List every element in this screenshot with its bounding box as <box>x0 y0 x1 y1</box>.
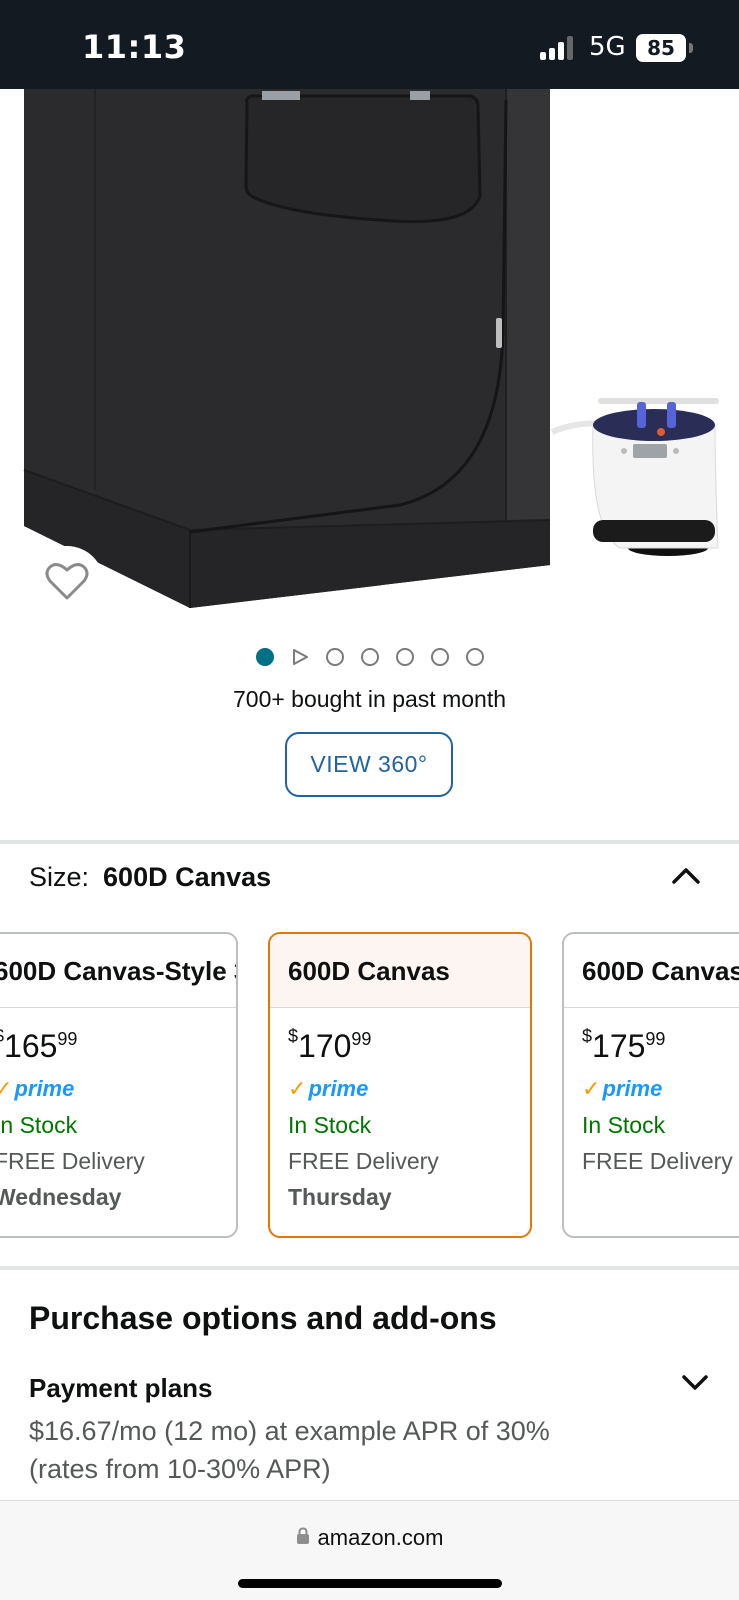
wishlist-button[interactable] <box>30 546 104 620</box>
browser-bottom-bar: amazon.com <box>0 1500 739 1600</box>
delivery-day: Wednesday <box>0 1184 122 1210</box>
lock-icon <box>296 1525 310 1551</box>
delivery-text: FREE Delivery <box>582 1148 733 1174</box>
image-carousel-indicator[interactable] <box>0 648 739 666</box>
carousel-dot-7[interactable] <box>465 648 484 666</box>
size-option-price: $16599 <box>0 1026 78 1064</box>
size-options-carousel[interactable]: 600D Canvas-Style 3 $16599 ✓prime In Sto… <box>0 932 739 1238</box>
carousel-dot-6[interactable] <box>430 648 449 666</box>
carousel-dot-3[interactable] <box>325 648 344 666</box>
size-option-price: $17099 <box>288 1026 372 1064</box>
size-option-price: $17599 <box>582 1026 666 1064</box>
prime-check-icon: ✓ <box>288 1076 307 1101</box>
signal-icon <box>540 36 576 60</box>
battery-icon: 85 <box>636 34 686 62</box>
stock-status: In Stock <box>0 1112 78 1138</box>
bought-count: 700+ bought in past month <box>232 686 506 712</box>
carousel-dot-4[interactable] <box>360 648 379 666</box>
view-360-button[interactable]: VIEW 360° <box>285 732 453 797</box>
size-option-name: 600D Canvas <box>564 934 739 1008</box>
size-option-name: 600D Canvas <box>270 934 530 1008</box>
size-option-card-selected[interactable]: 600D Canvas $17099 ✓prime In Stock FREE … <box>268 932 532 1238</box>
size-value: 600D Canvas <box>103 862 272 892</box>
delivery-text: FREE Delivery <box>0 1148 145 1174</box>
size-selector-header[interactable]: Size: 600D Canvas <box>29 862 271 893</box>
prime-check-icon: ✓ <box>0 1076 12 1101</box>
prime-badge: ✓prime <box>288 1076 369 1101</box>
size-option-name: 600D Canvas-Style 3 <box>0 934 236 1008</box>
size-label: Size: <box>29 862 90 892</box>
battery-tip <box>689 43 693 53</box>
product-image[interactable] <box>0 89 739 619</box>
heart-icon <box>45 561 89 606</box>
stock-status: In Stock <box>582 1112 666 1138</box>
play-icon[interactable] <box>291 648 309 666</box>
section-divider <box>0 840 739 844</box>
stock-status: In Stock <box>288 1112 372 1138</box>
payment-plans-text: $16.67/mo (12 mo) at example APR of 30% … <box>29 1416 550 1484</box>
url-text: amazon.com <box>317 1525 444 1550</box>
chevron-up-icon[interactable] <box>670 864 702 888</box>
payment-plans-title[interactable]: Payment plans <box>29 1373 213 1404</box>
prime-badge: ✓prime <box>0 1074 218 1104</box>
purchase-options-title: Purchase options and add-ons <box>29 1300 497 1336</box>
status-bar: 11:13 5G 85 <box>0 0 739 89</box>
network-type: 5G <box>589 32 626 62</box>
prime-check-icon: ✓ <box>582 1076 601 1101</box>
prime-badge: ✓prime <box>582 1076 663 1101</box>
carousel-dot-5[interactable] <box>395 648 414 666</box>
delivery-text: FREE Delivery <box>288 1148 439 1174</box>
section-divider <box>0 1266 739 1270</box>
delivery-day: Thursday <box>288 1184 392 1210</box>
chevron-down-icon[interactable] <box>681 1372 709 1394</box>
size-option-card[interactable]: 600D Canvas $17599 ✓prime In Stock FREE … <box>562 932 739 1238</box>
home-indicator <box>238 1579 502 1588</box>
size-option-card[interactable]: 600D Canvas-Style 3 $16599 ✓prime In Sto… <box>0 932 238 1238</box>
carousel-dot-1[interactable] <box>255 648 274 666</box>
status-time: 11:13 <box>82 28 187 66</box>
address-bar[interactable]: amazon.com <box>0 1525 739 1551</box>
